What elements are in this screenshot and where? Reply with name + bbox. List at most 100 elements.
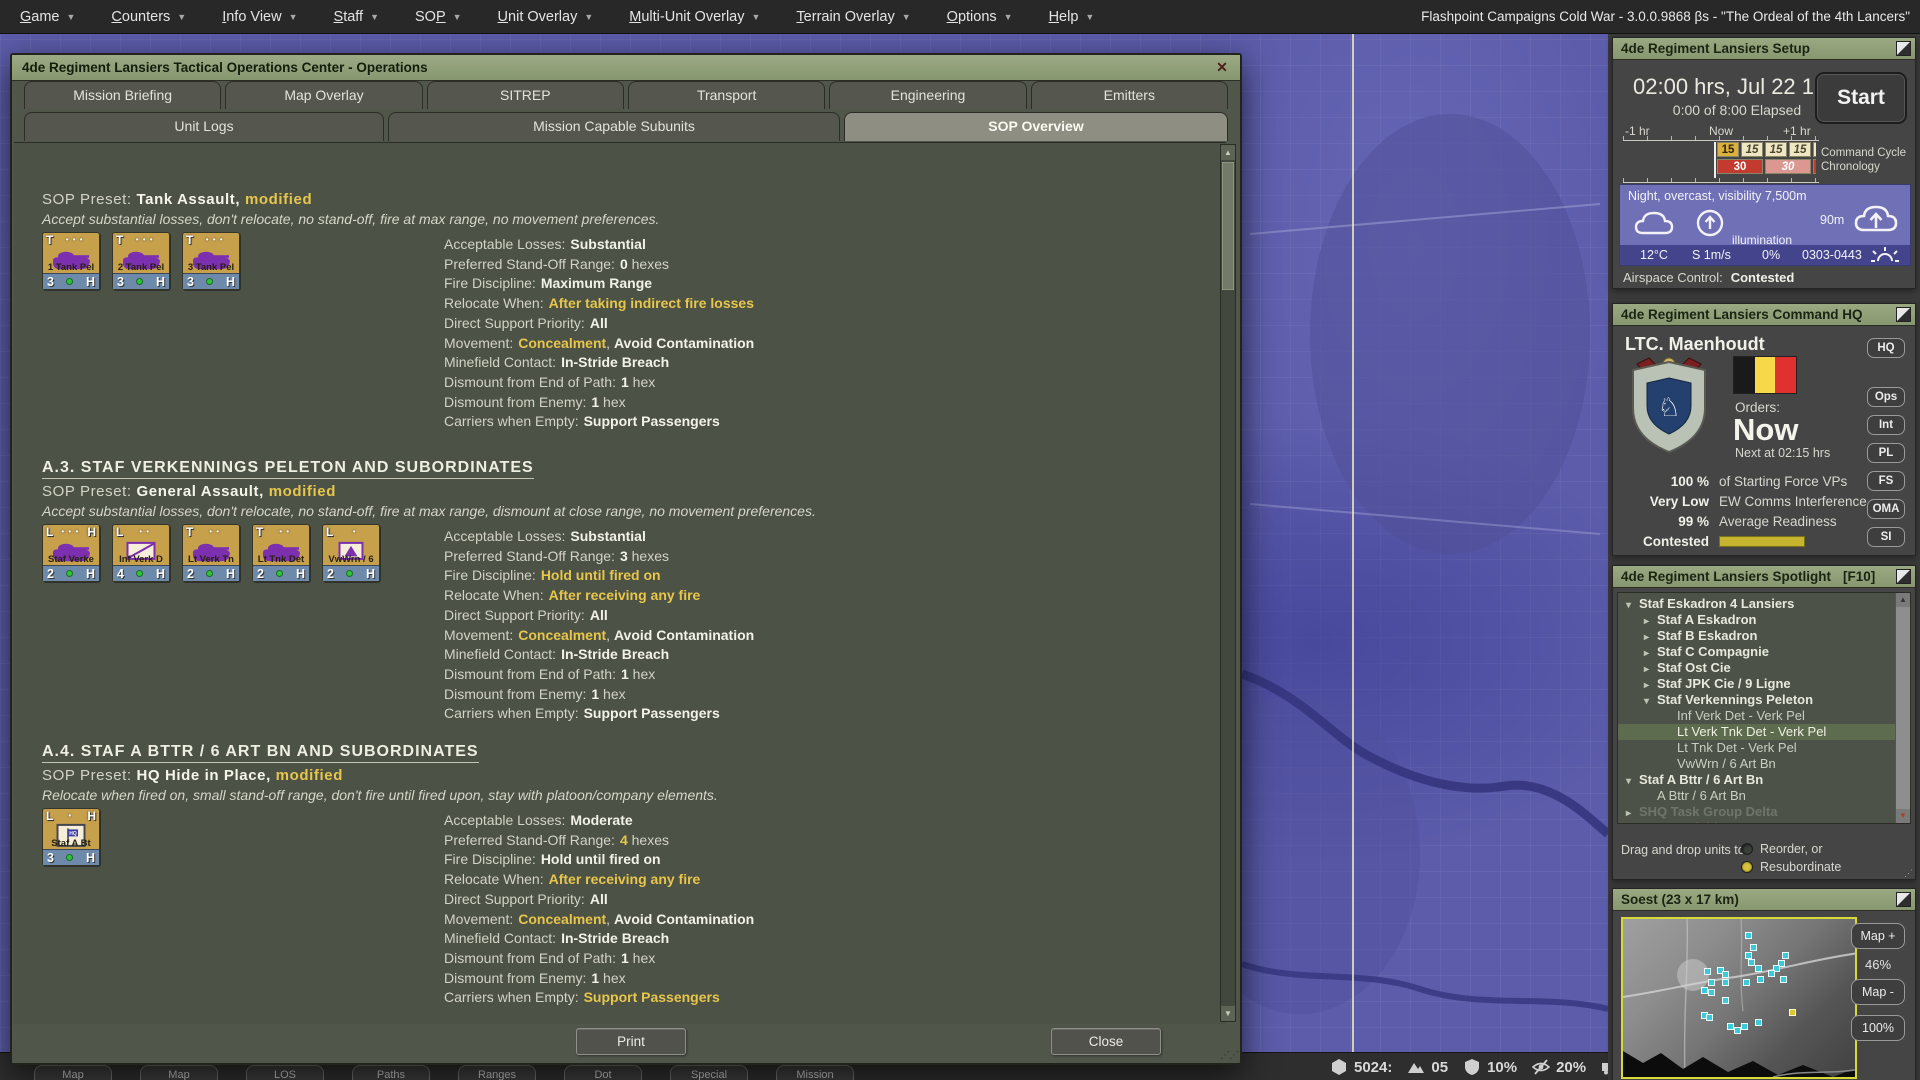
dialog-tab[interactable]: SITREP [427,81,624,109]
reorder-option[interactable]: Reorder, or [1741,842,1823,856]
status-bar-tab[interactable]: Map [140,1065,218,1080]
hq-staff-button[interactable]: SI [1867,527,1905,547]
unit-tree-item[interactable]: ▸HQ 143 Field Bty RA [1618,820,1910,824]
menu-item[interactable]: Info View ▼ [222,9,297,25]
status-readout[interactable]: 5024: [1330,1058,1392,1076]
unit-tree-item[interactable]: VwWrn / 6 Art Bn [1618,756,1910,772]
status-bar-tab[interactable]: Ranges [458,1065,536,1080]
map-zoom-in-button[interactable]: Map + [1851,923,1905,949]
unit-tree-item[interactable]: A Bttr / 6 Art Bn [1618,788,1910,804]
hq-staff-button[interactable]: PL [1867,443,1905,463]
unit-tree-item[interactable]: ▾Staf Verkennings Peleton [1618,692,1910,708]
unit-counter[interactable]: T • • • HQ [182,232,240,290]
menu-item[interactable]: Terrain Overlay ▼ [796,9,910,25]
tab-sop-overview[interactable]: SOP Overview [844,112,1228,141]
dialog-tab[interactable]: Transport [628,81,825,109]
unit-counter[interactable]: T • • • HQ [112,232,170,290]
unit-tree-item[interactable]: ▾Staf Eskadron 4 Lansiers [1618,596,1910,612]
menu-item[interactable]: Counters ▼ [111,9,186,25]
unit-counter[interactable]: T • • HQ [252,524,310,582]
close-icon[interactable]: ✕ [1212,58,1232,77]
unit-counter[interactable]: L • H HQ [42,808,100,866]
tree-scroll-up-icon[interactable]: ▲ [1896,593,1910,607]
menu-item[interactable]: Multi-Unit Overlay ▼ [629,9,760,25]
cycle-box: 15 [1789,142,1811,157]
status-readout[interactable]: 10% [1463,1058,1517,1076]
scrollbar-thumb[interactable] [1222,162,1234,290]
unit-tree-item[interactable]: ▸Staf Ost Cie [1618,660,1910,676]
map-sheet-edge [1352,34,1354,1080]
resize-grip-icon[interactable]: ⋰⋰ [1220,1050,1238,1061]
tree-arrow-icon[interactable]: ▸ [1626,822,1639,824]
scroll-up-icon[interactable]: ▲ [1221,145,1235,160]
dialog-scrollbar[interactable]: ▲ ▼ [1220,144,1236,1022]
status-bar-tab[interactable]: Dot [564,1065,642,1080]
resubordinate-option[interactable]: Resubordinate [1741,860,1841,874]
unit-tree-item[interactable]: ▸Staf B Eskadron [1618,628,1910,644]
unit-tree-item[interactable]: ▸Staf JPK Cie / 9 Ligne [1618,676,1910,692]
scroll-down-icon[interactable]: ▼ [1221,1006,1235,1021]
print-button[interactable]: Print [576,1028,686,1055]
unit-counter[interactable]: L • • • H HQ [42,524,100,582]
menu-item[interactable]: Staff ▼ [334,9,379,25]
close-button[interactable]: Close [1051,1028,1161,1055]
status-bar-tab[interactable]: Paths [352,1065,430,1080]
unit-counter[interactable]: T • • • HQ [42,232,100,290]
tab-mission-capable-subunits[interactable]: Mission Capable Subunits [388,112,840,141]
menu-item[interactable]: Game ▼ [20,9,75,25]
unit-counter[interactable]: L • • HQ [112,524,170,582]
counter-strength-number: 4 [117,567,124,581]
resize-grip-icon[interactable]: ⋰ [1904,868,1913,879]
menu-item[interactable]: Help ▼ [1049,9,1095,25]
dialog-tab[interactable]: Mission Briefing [24,81,221,109]
status-readout[interactable]: 05 [1407,1058,1448,1076]
menu-item[interactable]: SOP ▼ [415,9,462,25]
panel-expand-icon[interactable] [1896,569,1911,584]
unit-tree-item[interactable]: ▸SHQ Task Group Delta [1618,804,1910,820]
unit-tree-item[interactable]: ▸Staf C Compagnie [1618,644,1910,660]
status-bar-tab[interactable]: Special [670,1065,748,1080]
start-button[interactable]: Start [1815,72,1907,124]
menu-item[interactable]: Options ▼ [947,9,1013,25]
status-bar-tab[interactable]: Map [34,1065,112,1080]
reorder-radio[interactable] [1741,843,1753,855]
resubordinate-radio[interactable] [1741,861,1753,873]
unit-tree-item[interactable]: Lt Tnk Det - Verk Pel [1618,740,1910,756]
menu-bar: Game ▼ Counters ▼ Info View ▼ Staff ▼ [0,0,1920,34]
dialog-tab[interactable]: Map Overlay [225,81,422,109]
cycle-box: 15 [1765,142,1787,157]
hq-staff-button[interactable]: Int [1867,415,1905,435]
setup-panel-title: 4de Regiment Lansiers Setup [1621,41,1810,56]
menu-item[interactable]: Unit Overlay ▼ [498,9,594,25]
status-readout[interactable]: 20% [1532,1058,1586,1076]
map-zoom-out-button[interactable]: Map - [1851,979,1905,1005]
minimap[interactable] [1621,917,1857,1079]
dialog-tab[interactable]: Emitters [1031,81,1228,109]
unit-tree-item[interactable]: Inf Verk Det - Verk Pel [1618,708,1910,724]
panel-expand-icon[interactable] [1896,41,1911,56]
dialog-titlebar[interactable]: 4de Regiment Lansiers Tactical Operation… [12,55,1240,81]
unit-tree-item[interactable]: ▸Staf A Eskadron [1618,612,1910,628]
status-bar-tab[interactable]: Mission [776,1065,854,1080]
hq-staff-button[interactable]: OMA [1867,499,1905,519]
dialog-tab[interactable]: Engineering [829,81,1026,109]
cloud-ceiling-value: 90m [1820,213,1844,227]
panel-expand-icon[interactable] [1896,307,1911,322]
unit-counter[interactable]: T • • HQ [182,524,240,582]
unit-tree-item[interactable]: ▾Staf A Bttr / 6 Art Bn [1618,772,1910,788]
hq-staff-button[interactable]: Ops [1867,387,1905,407]
tree-scrollbar[interactable]: ▲ ▼ [1895,593,1910,823]
panel-expand-icon[interactable] [1896,892,1911,907]
tree-scroll-down-icon[interactable]: ▼ [1896,809,1910,823]
unit-tree-item[interactable]: Lt Verk Tnk Det - Verk Pel [1618,724,1910,740]
hq-staff-button[interactable]: FS [1867,471,1905,491]
sop-preset-description: Accept substantial losses, don't relocat… [42,211,1196,226]
counter-posture-letter: H [86,567,95,581]
tab-unit-logs[interactable]: Unit Logs [24,112,384,141]
unit-counter[interactable]: L • HQ [322,524,380,582]
commander-name: LTC. Maenhoudt [1625,334,1765,355]
hq-button[interactable]: HQ [1867,338,1905,358]
sop-detail-list: Acceptable Losses:Substantial Preferred … [444,523,754,724]
map-zoom-full-button[interactable]: 100% [1851,1015,1905,1041]
status-bar-tab[interactable]: LOS [246,1065,324,1080]
